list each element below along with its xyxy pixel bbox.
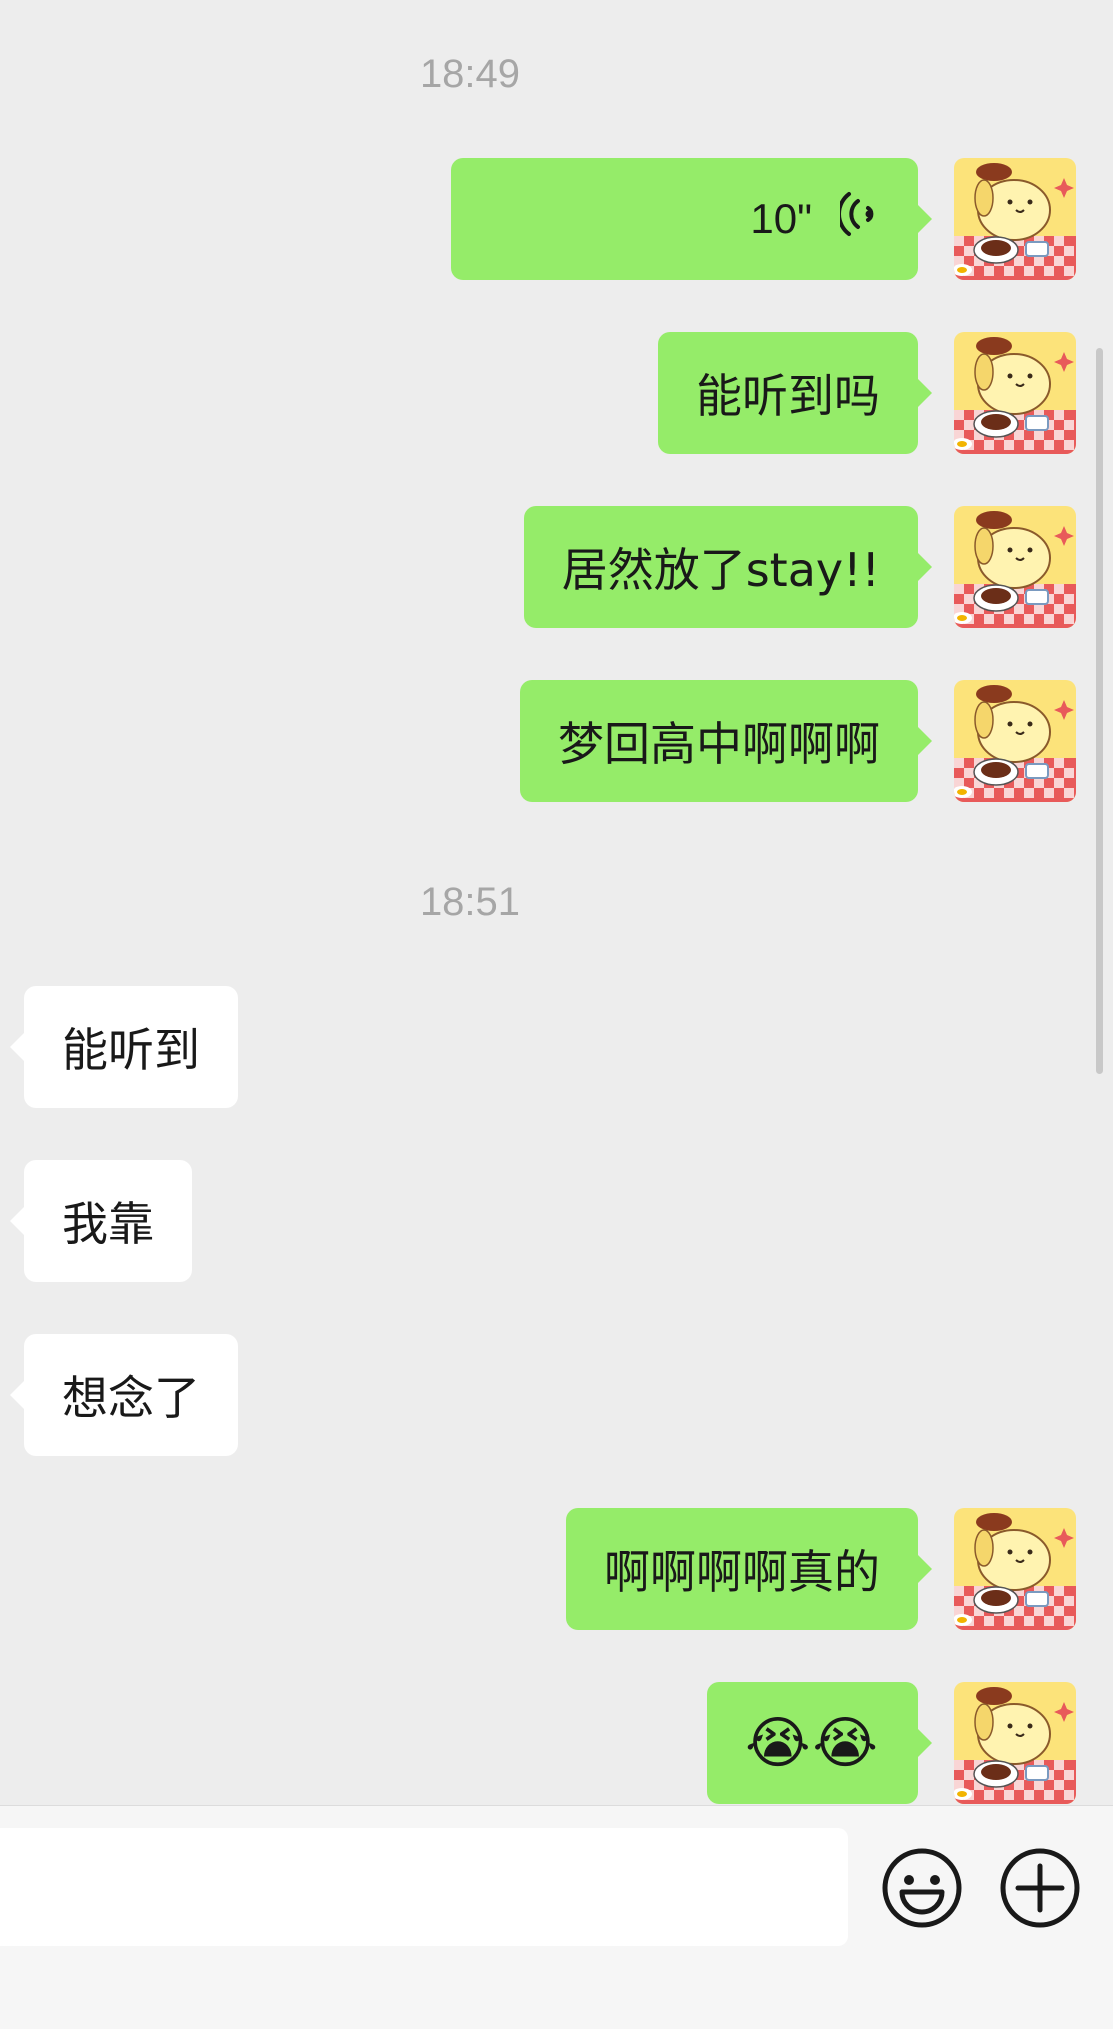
avatar[interactable] <box>954 158 1076 280</box>
outgoing-message-bubble[interactable]: 啊啊啊啊真的 <box>566 1508 932 1630</box>
pompompurin-avatar <box>954 1682 1076 1804</box>
pompompurin-avatar <box>954 332 1076 454</box>
voice-message-bubble[interactable]: 10" <box>451 158 932 280</box>
avatar[interactable] <box>954 680 1076 802</box>
avatar[interactable] <box>954 1508 1076 1630</box>
message-text: 能听到 <box>62 1023 200 1077</box>
voice-wave-icon <box>837 189 880 250</box>
outgoing-message-bubble[interactable]: 😭😭 <box>707 1682 932 1804</box>
plus-circle-icon <box>1000 1848 1080 1928</box>
pompompurin-avatar <box>954 158 1076 280</box>
outgoing-message-bubble[interactable]: 梦回高中啊啊啊 <box>520 680 932 802</box>
plus-button[interactable] <box>998 1846 1082 1930</box>
message-text: 啊啊啊啊真的 <box>604 1545 880 1599</box>
message-text: 梦回高中啊啊啊 <box>558 717 880 771</box>
timestamp: 18:51 <box>419 880 521 924</box>
pompompurin-avatar <box>954 1508 1076 1630</box>
message-text: 想念了 <box>62 1371 200 1425</box>
incoming-message-bubble[interactable]: 想念了 <box>10 1334 238 1456</box>
smiley-icon <box>882 1848 962 1928</box>
message-text: 居然放了stay!! <box>561 543 880 597</box>
message-text: 能听到吗 <box>696 369 880 423</box>
input-bar <box>0 1805 1113 2029</box>
emoji-button[interactable] <box>880 1846 964 1930</box>
avatar[interactable] <box>954 1682 1076 1804</box>
pompompurin-avatar <box>954 506 1076 628</box>
avatar[interactable] <box>954 506 1076 628</box>
avatar[interactable] <box>954 332 1076 454</box>
message-input[interactable] <box>0 1828 848 1946</box>
chat-message-list[interactable]: 18:49 10" 能听到吗 居然放了stay!! 梦回高中啊啊啊 18:51 … <box>0 0 1113 1805</box>
message-text: 我靠 <box>62 1197 154 1251</box>
timestamp: 18:49 <box>419 52 521 96</box>
message-emoji: 😭😭 <box>745 1710 880 1776</box>
incoming-message-bubble[interactable]: 我靠 <box>10 1160 192 1282</box>
outgoing-message-bubble[interactable]: 能听到吗 <box>658 332 932 454</box>
incoming-message-bubble[interactable]: 能听到 <box>10 986 238 1108</box>
voice-duration: 10" <box>750 195 812 242</box>
outgoing-message-bubble[interactable]: 居然放了stay!! <box>523 506 933 628</box>
scrollbar[interactable] <box>1096 348 1103 1074</box>
pompompurin-avatar <box>954 680 1076 802</box>
